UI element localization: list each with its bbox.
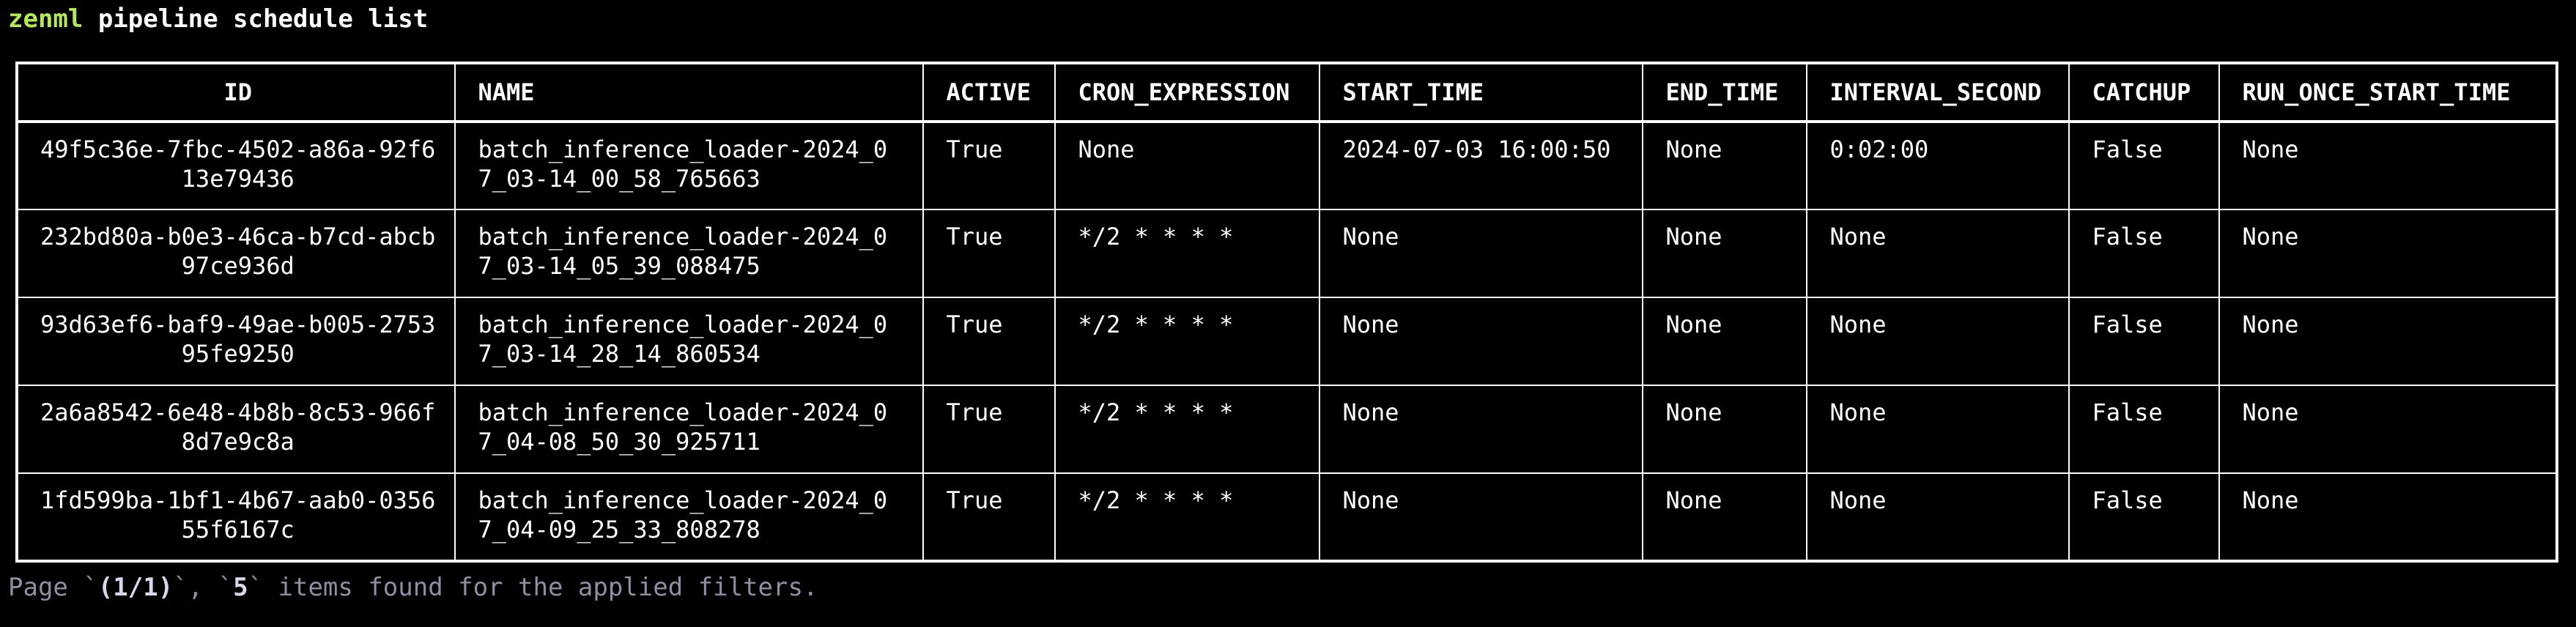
footer-middle: `, ` xyxy=(173,573,234,602)
id-line-2: 55f6167c xyxy=(181,516,295,543)
name-line-2: 7_04-09_25_33_808278 xyxy=(478,516,760,543)
cell-run-once-start-time: None xyxy=(2218,121,2558,210)
cell-active: True xyxy=(922,385,1056,474)
name-line-2: 7_03-14_00_58_765663 xyxy=(478,165,760,193)
cell-catchup: False xyxy=(2068,121,2221,210)
page-indicator: (1/1) xyxy=(97,573,174,602)
cell-interval-second: None xyxy=(1806,385,2070,474)
name-line-1: batch_inference_loader-2024_0 xyxy=(478,398,888,426)
cell-id: 2a6a8542-6e48-4b8b-8c53-966f 8d7e9c8a xyxy=(15,385,456,474)
table-row: 232bd80a-b0e3-46ca-b7cd-abcb 97ce936d bat… xyxy=(15,209,2558,298)
cell-name: batch_inference_loader-2024_0 7_03-14_00_… xyxy=(454,121,925,210)
name-line-1: batch_inference_loader-2024_0 xyxy=(478,136,888,163)
header-catchup: CATCHUP xyxy=(2068,62,2221,122)
table-row: 93d63ef6-baf9-49ae-b005-2753 95fe9250 bat… xyxy=(15,297,2558,386)
cell-name: batch_inference_loader-2024_0 7_04-09_25_… xyxy=(454,472,925,562)
header-end-time: END_TIME xyxy=(1642,62,1808,122)
cell-run-once-start-time: None xyxy=(2218,209,2558,298)
name-line-1: batch_inference_loader-2024_0 xyxy=(478,223,888,251)
name-line-2: 7_03-14_05_39_088475 xyxy=(478,252,760,280)
header-start-time: START_TIME xyxy=(1319,62,1644,122)
cell-end-time: None xyxy=(1642,385,1808,474)
cell-start-time: None xyxy=(1319,385,1644,474)
cell-end-time: None xyxy=(1642,297,1808,386)
cell-id: 232bd80a-b0e3-46ca-b7cd-abcb 97ce936d xyxy=(15,209,456,298)
cell-active: True xyxy=(922,297,1056,386)
cell-start-time: None xyxy=(1319,209,1644,298)
id-line-2: 13e79436 xyxy=(181,165,295,193)
header-active: ACTIVE xyxy=(922,62,1056,122)
id-line-1: 49f5c36e-7fbc-4502-a86a-92f6 xyxy=(40,136,436,163)
id-line-1: 232bd80a-b0e3-46ca-b7cd-abcb xyxy=(40,223,436,251)
id-line-2: 95fe9250 xyxy=(181,340,295,368)
cell-cron-expression: */2 * * * * xyxy=(1054,297,1321,386)
header-name: NAME xyxy=(454,62,925,122)
cell-cron-expression: */2 * * * * xyxy=(1054,209,1321,298)
table-row: 2a6a8542-6e48-4b8b-8c53-966f 8d7e9c8a bat… xyxy=(15,385,2558,474)
cell-interval-second: None xyxy=(1806,297,2070,386)
pagination-summary: Page `(1/1)`, `5` items found for the ap… xyxy=(8,573,818,602)
table-row: 49f5c36e-7fbc-4502-a86a-92f6 13e79436 bat… xyxy=(15,121,2558,210)
id-line-1: 1fd599ba-1bf1-4b67-aab0-0356 xyxy=(40,486,436,514)
cell-id: 1fd599ba-1bf1-4b67-aab0-0356 55f6167c xyxy=(15,472,456,562)
cell-active: True xyxy=(922,209,1056,298)
cell-catchup: False xyxy=(2068,472,2221,562)
cell-interval-second: None xyxy=(1806,209,2070,298)
name-line-1: batch_inference_loader-2024_0 xyxy=(478,486,888,514)
cell-interval-second: 0:02:00 xyxy=(1806,121,2070,210)
command-line: zenml pipeline schedule list xyxy=(8,4,428,34)
name-line-1: batch_inference_loader-2024_0 xyxy=(478,311,888,338)
cell-run-once-start-time: None xyxy=(2218,385,2558,474)
id-line-1: 93d63ef6-baf9-49ae-b005-2753 xyxy=(40,311,436,338)
cell-name: batch_inference_loader-2024_0 7_03-14_28_… xyxy=(454,297,925,386)
cell-cron-expression: */2 * * * * xyxy=(1054,472,1321,562)
cell-interval-second: None xyxy=(1806,472,2070,562)
footer-prefix: Page ` xyxy=(8,573,98,602)
cell-id: 49f5c36e-7fbc-4502-a86a-92f6 13e79436 xyxy=(15,121,456,210)
header-run-once-start-time: RUN_ONCE_START_TIME xyxy=(2218,62,2558,122)
id-line-2: 8d7e9c8a xyxy=(181,428,295,456)
cell-catchup: False xyxy=(2068,385,2221,474)
name-line-2: 7_04-08_50_30_925711 xyxy=(478,428,760,456)
header-id: ID xyxy=(15,62,456,122)
item-count: 5 xyxy=(233,573,248,602)
schedule-table: ID NAME ACTIVE CRON_EXPRESSION START_TIM… xyxy=(15,62,2559,563)
command-program: zenml xyxy=(8,4,84,34)
header-interval-second: INTERVAL_SECOND xyxy=(1806,62,2070,122)
cell-end-time: None xyxy=(1642,121,1808,210)
name-line-2: 7_03-14_28_14_860534 xyxy=(478,340,760,368)
cell-catchup: False xyxy=(2068,297,2221,386)
command-args: pipeline schedule list xyxy=(83,4,429,34)
table-header-row: ID NAME ACTIVE CRON_EXPRESSION START_TIM… xyxy=(15,62,2558,122)
cell-id: 93d63ef6-baf9-49ae-b005-2753 95fe9250 xyxy=(15,297,456,386)
cell-active: True xyxy=(922,472,1056,562)
cell-catchup: False xyxy=(2068,209,2221,298)
header-cron-expression: CRON_EXPRESSION xyxy=(1054,62,1321,122)
id-line-1: 2a6a8542-6e48-4b8b-8c53-966f xyxy=(40,398,436,426)
cell-name: batch_inference_loader-2024_0 7_04-08_50_… xyxy=(454,385,925,474)
cell-name: batch_inference_loader-2024_0 7_03-14_05_… xyxy=(454,209,925,298)
cell-end-time: None xyxy=(1642,209,1808,298)
cell-end-time: None xyxy=(1642,472,1808,562)
cell-run-once-start-time: None xyxy=(2218,472,2558,562)
table-row: 1fd599ba-1bf1-4b67-aab0-0356 55f6167c bat… xyxy=(15,472,2558,562)
cell-start-time: None xyxy=(1319,297,1644,386)
cell-start-time: None xyxy=(1319,472,1644,562)
cell-active: True xyxy=(922,121,1056,210)
footer-suffix: ` items found for the applied filters. xyxy=(248,573,818,602)
id-line-2: 97ce936d xyxy=(181,252,295,280)
cell-cron-expression: None xyxy=(1054,121,1321,210)
cell-cron-expression: */2 * * * * xyxy=(1054,385,1321,474)
cell-run-once-start-time: None xyxy=(2218,297,2558,386)
cell-start-time: 2024-07-03 16:00:50 xyxy=(1319,121,1644,210)
